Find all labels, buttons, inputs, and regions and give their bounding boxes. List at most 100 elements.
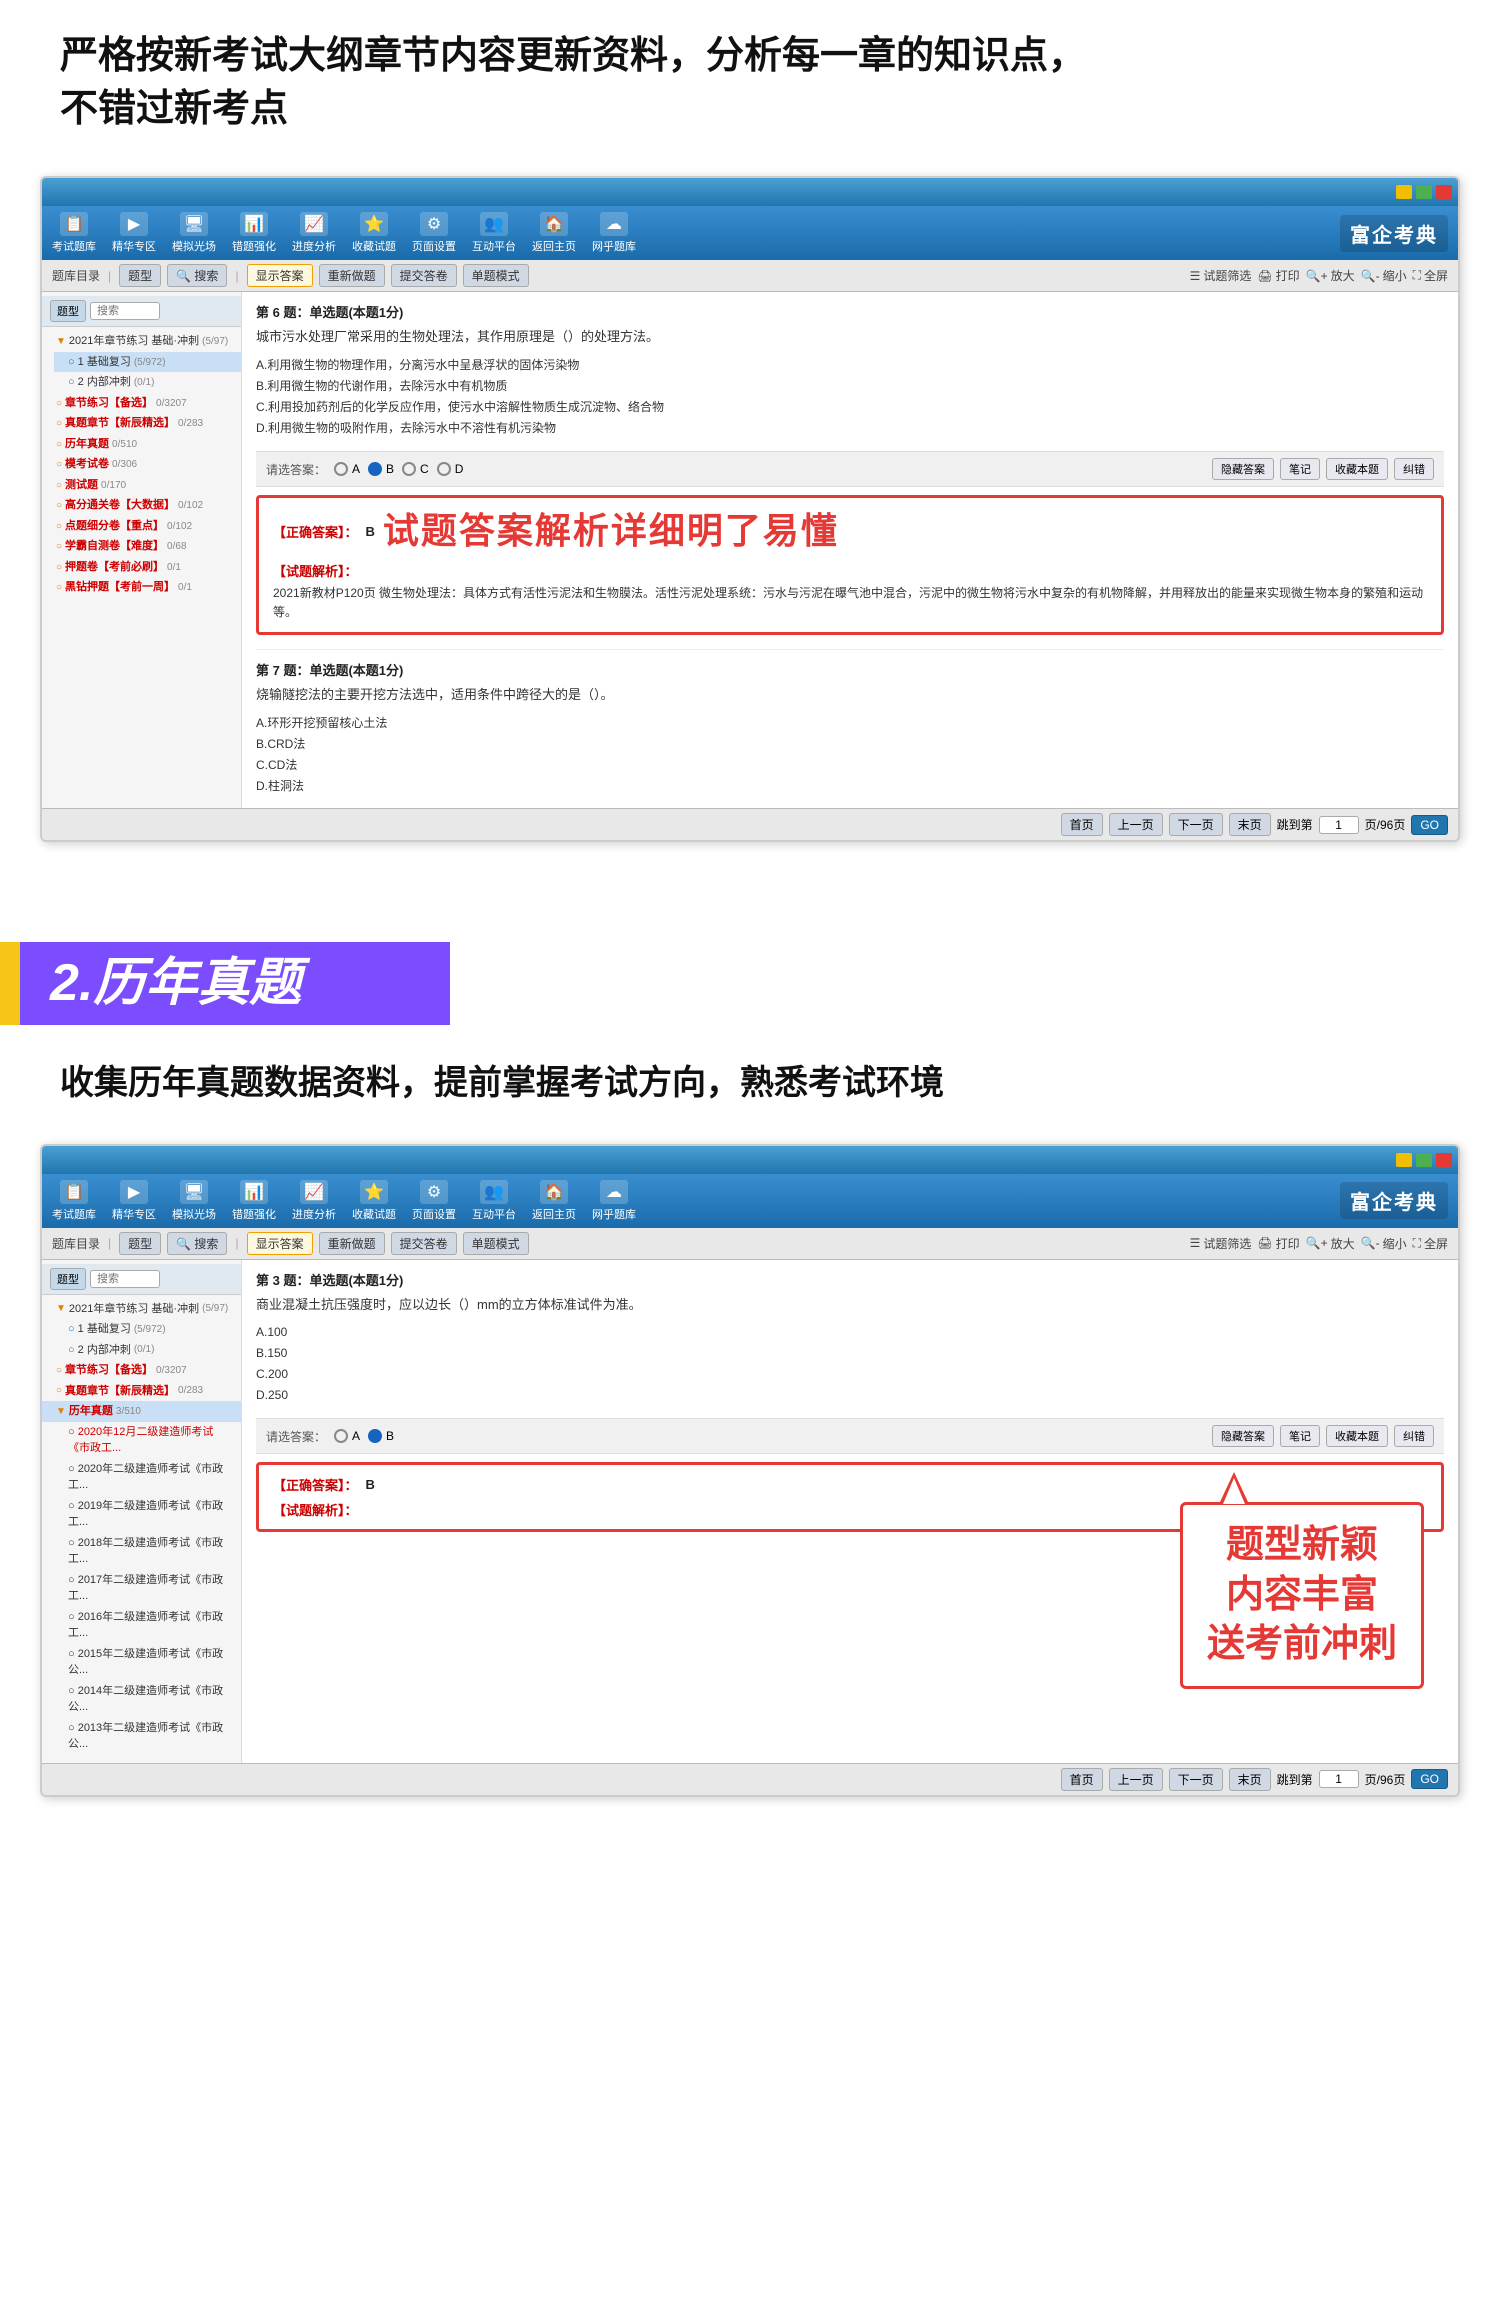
- toolbar2-item-yemian[interactable]: ⚙ 页面设置: [412, 1180, 456, 1222]
- sub-btn-tixing[interactable]: 题型: [119, 264, 161, 287]
- maximize-btn[interactable]: [1416, 185, 1432, 199]
- tree2-2019[interactable]: ○ 2019年二级建造师考试《市政工...: [54, 1496, 241, 1533]
- close-btn2[interactable]: [1436, 1153, 1452, 1167]
- radio-c[interactable]: [402, 462, 416, 476]
- page-input2[interactable]: [1319, 1770, 1359, 1788]
- toolbar-item-wanghu[interactable]: ☁ 网乎题库: [592, 212, 636, 254]
- tree2-zhentizhangjie[interactable]: ○ 真题章节【新辰精选】0/283: [42, 1381, 241, 1402]
- tree2-2015[interactable]: ○ 2015年二级建造师考试《市政公...: [54, 1644, 241, 1681]
- q6-choice-c[interactable]: C: [402, 462, 429, 476]
- page-input1[interactable]: [1319, 816, 1359, 834]
- btn2-print[interactable]: 🖨 打印: [1257, 1235, 1299, 1252]
- btn-fullscreen[interactable]: ⛶ 全屏: [1413, 267, 1448, 284]
- btn-hide-answer[interactable]: 隐藏答案: [1212, 458, 1274, 480]
- tree-item-yati[interactable]: ○ 押题卷【考前必刷】0/1: [42, 557, 241, 578]
- go-btn1[interactable]: GO: [1411, 815, 1448, 835]
- btn2-zoom-out[interactable]: 🔍- 缩小: [1361, 1235, 1407, 1252]
- toolbar-item-jindufen[interactable]: 📈 进度分析: [292, 212, 336, 254]
- btn-last-page[interactable]: 末页: [1229, 813, 1271, 836]
- toolbar-item-shoucang[interactable]: ⭐ 收藏试题: [352, 212, 396, 254]
- btn2-last-page[interactable]: 末页: [1229, 1768, 1271, 1791]
- radio-a[interactable]: [334, 462, 348, 476]
- tree-item-heizhuan[interactable]: ○ 黑钻押题【考前一周】0/1: [42, 577, 241, 598]
- q6-choice-b[interactable]: B: [368, 462, 394, 476]
- btn-submit[interactable]: 提交答卷: [391, 264, 457, 287]
- toolbar2-item-moni[interactable]: 🖥 模拟光场: [172, 1180, 216, 1222]
- tree2-2013[interactable]: ○ 2013年二级建造师考试《市政公...: [54, 1718, 241, 1755]
- tree-item-zhangjie[interactable]: ○ 章节练习【备选】0/3207: [42, 393, 241, 414]
- btn2-prev-page[interactable]: 上一页: [1109, 1768, 1163, 1791]
- btn2-show-answer[interactable]: 显示答案: [247, 1232, 313, 1255]
- btn-show-answer[interactable]: 显示答案: [247, 264, 313, 287]
- btn3-note[interactable]: 笔记: [1280, 1425, 1320, 1447]
- tree2-2014[interactable]: ○ 2014年二级建造师考试《市政公...: [54, 1681, 241, 1718]
- tree-item-linianzhuanti[interactable]: ○ 历年真题0/510: [42, 434, 241, 455]
- btn-zoom-in[interactable]: 🔍+ 放大: [1306, 267, 1355, 284]
- toolbar2-item-kaoshitiku[interactable]: 📋 考试题库: [52, 1180, 96, 1222]
- sidebar-search[interactable]: [90, 302, 160, 320]
- btn-collect[interactable]: 收藏本题: [1326, 458, 1388, 480]
- tree-item-gaofentong[interactable]: ○ 高分通关卷【大数据】0/102: [42, 495, 241, 516]
- toolbar-item-fanhui[interactable]: 🏠 返回主页: [532, 212, 576, 254]
- tree-item-neibuchongci[interactable]: ○ 2 内部冲刺(0/1): [54, 372, 241, 393]
- q3-choice-b[interactable]: B: [368, 1429, 394, 1443]
- toolbar2-item-jindu[interactable]: 📈 进度分析: [292, 1180, 336, 1222]
- q3-radio-a[interactable]: [334, 1429, 348, 1443]
- toolbar-item-hudong[interactable]: 👥 互动平台: [472, 212, 516, 254]
- tree2-2016[interactable]: ○ 2016年二级建造师考试《市政工...: [54, 1607, 241, 1644]
- maximize-btn2[interactable]: [1416, 1153, 1432, 1167]
- btn3-hide-answer[interactable]: 隐藏答案: [1212, 1425, 1274, 1447]
- tree2-2017[interactable]: ○ 2017年二级建造师考试《市政工...: [54, 1570, 241, 1607]
- btn-single-mode[interactable]: 单题模式: [463, 264, 529, 287]
- sub-btn2-tixing[interactable]: 题型: [119, 1232, 161, 1255]
- tree2-linianzhenti[interactable]: ▼ 历年真题3/510: [42, 1401, 241, 1422]
- toolbar-item-cuotijiaqiang[interactable]: 📊 错题强化: [232, 212, 276, 254]
- btn-next-page[interactable]: 下一页: [1169, 813, 1223, 836]
- q6-choice-a[interactable]: A: [334, 462, 360, 476]
- toolbar-item-monichangjing[interactable]: 🖥 模拟光场: [172, 212, 216, 254]
- btn-correct[interactable]: 纠错: [1394, 458, 1434, 480]
- tree-item-jichufuxi[interactable]: ○ 1 基础复习(5/972): [54, 352, 241, 373]
- toolbar2-item-hudong[interactable]: 👥 互动平台: [472, 1180, 516, 1222]
- minimize-btn2[interactable]: [1396, 1153, 1412, 1167]
- radio-d[interactable]: [437, 462, 451, 476]
- toolbar2-item-wanghu[interactable]: ☁ 网乎题库: [592, 1180, 636, 1222]
- toolbar2-item-shoucang[interactable]: ⭐ 收藏试题: [352, 1180, 396, 1222]
- tree-item-ceshi[interactable]: ○ 测试题0/170: [42, 475, 241, 496]
- tree2-item-0[interactable]: ▼ 2021年章节练习 基础·冲刺(5/97): [42, 1299, 241, 1320]
- btn2-redo[interactable]: 重新做题: [319, 1232, 385, 1255]
- radio-b[interactable]: [368, 462, 382, 476]
- tree2-2018[interactable]: ○ 2018年二级建造师考试《市政工...: [54, 1533, 241, 1570]
- tree-item-mokao[interactable]: ○ 模考试卷0/306: [42, 454, 241, 475]
- btn2-first-page[interactable]: 首页: [1061, 1768, 1103, 1791]
- tree-item-dianti[interactable]: ○ 点题细分卷【重点】0/102: [42, 516, 241, 537]
- toolbar2-item-fanhui[interactable]: 🏠 返回主页: [532, 1180, 576, 1222]
- tree2-zhangjie[interactable]: ○ 章节练习【备选】0/3207: [42, 1360, 241, 1381]
- tree-item-0[interactable]: ▼ 2021年章节练习 基础·冲刺(5/97): [42, 331, 241, 352]
- sidebar-search2[interactable]: [90, 1270, 160, 1288]
- btn-print[interactable]: 🖨 打印: [1257, 267, 1299, 284]
- btn2-filter[interactable]: ☰ 试题筛选: [1190, 1235, 1252, 1252]
- btn-note[interactable]: 笔记: [1280, 458, 1320, 480]
- btn-filter[interactable]: ☰ 试题筛选: [1190, 267, 1252, 284]
- toolbar2-item-cuoti[interactable]: 📊 错题强化: [232, 1180, 276, 1222]
- toolbar2-item-jinghua[interactable]: ▶ 精华专区: [112, 1180, 156, 1222]
- tree-item-zhentizhangjie[interactable]: ○ 真题章节【新辰精选】0/283: [42, 413, 241, 434]
- q3-radio-b[interactable]: [368, 1429, 382, 1443]
- sub-btn2-search[interactable]: 🔍 搜索: [167, 1232, 227, 1255]
- toolbar-item-yemianshe[interactable]: ⚙ 页面设置: [412, 212, 456, 254]
- btn-prev-page[interactable]: 上一页: [1109, 813, 1163, 836]
- btn2-fullscreen[interactable]: ⛶ 全屏: [1413, 1235, 1448, 1252]
- btn-first-page[interactable]: 首页: [1061, 813, 1103, 836]
- sidebar-tab-tixing[interactable]: 题型: [50, 300, 86, 322]
- sidebar-tab2-tixing[interactable]: 题型: [50, 1268, 86, 1290]
- tree-item-xueba[interactable]: ○ 学霸自测卷【难度】0/68: [42, 536, 241, 557]
- btn3-collect[interactable]: 收藏本题: [1326, 1425, 1388, 1447]
- q6-choice-d[interactable]: D: [437, 462, 464, 476]
- tree2-2020-12[interactable]: ○ 2020年12月二级建造师考试《市政工...: [54, 1422, 241, 1459]
- btn2-zoom-in[interactable]: 🔍+ 放大: [1306, 1235, 1355, 1252]
- minimize-btn[interactable]: [1396, 185, 1412, 199]
- tree2-jichufuxi[interactable]: ○ 1 基础复习(5/972): [54, 1319, 241, 1340]
- btn-redo[interactable]: 重新做题: [319, 264, 385, 287]
- tree2-2020[interactable]: ○ 2020年二级建造师考试《市政工...: [54, 1459, 241, 1496]
